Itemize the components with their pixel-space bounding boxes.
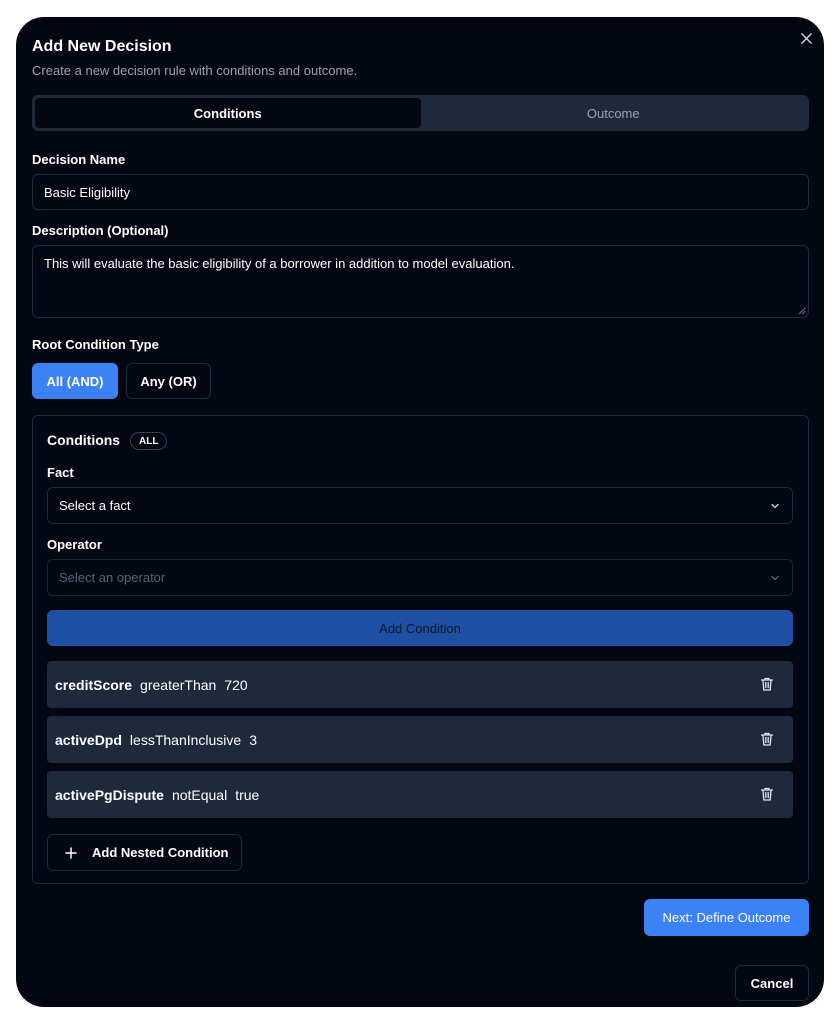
- all-and-button[interactable]: All (AND): [32, 363, 118, 399]
- resize-handle-icon[interactable]: [798, 307, 806, 315]
- trash-icon[interactable]: [759, 731, 775, 747]
- description-label: Description (Optional): [32, 223, 169, 238]
- condition-fact: creditScore: [55, 676, 133, 693]
- close-button[interactable]: [797, 29, 815, 47]
- add-decision-dialog: Add New Decision Create a new decision r…: [16, 17, 824, 1007]
- condition-value: 3: [249, 731, 257, 748]
- add-condition-button[interactable]: Add Condition: [47, 610, 793, 646]
- condition-row: activeDpd lessThanInclusive 3: [47, 716, 793, 763]
- operator-select-value: Select an operator: [59, 570, 166, 585]
- condition-value: 720: [224, 676, 248, 693]
- condition-row: creditScore greaterThan 720: [47, 661, 793, 708]
- condition-fact: activeDpd: [55, 731, 122, 748]
- close-icon: [800, 32, 812, 44]
- condition-fact: activePgDispute: [55, 786, 164, 803]
- tab-outcome[interactable]: Outcome: [421, 98, 807, 128]
- add-nested-condition-label: Add Nested Condition: [92, 845, 229, 860]
- cancel-button[interactable]: Cancel: [735, 965, 809, 1001]
- add-nested-condition-button[interactable]: Add Nested Condition: [47, 834, 242, 871]
- description-value: This will evaluate the basic eligibility…: [44, 256, 515, 271]
- dialog-subtitle: Create a new decision rule with conditio…: [32, 63, 358, 78]
- conditions-title: Conditions: [47, 432, 121, 448]
- next-define-outcome-button[interactable]: Next: Define Outcome: [644, 899, 809, 936]
- chevron-down-icon: [771, 503, 779, 508]
- fact-label: Fact: [47, 465, 74, 480]
- operator-select[interactable]: Select an operator: [47, 559, 793, 596]
- condition-operator: greaterThan: [140, 676, 217, 693]
- decision-name-value: Basic Eligibility: [44, 184, 130, 200]
- trash-icon[interactable]: [759, 676, 775, 692]
- root-condition-label: Root Condition Type: [32, 337, 159, 352]
- status-badge: ALL: [130, 432, 168, 450]
- chevron-down-icon: [771, 575, 779, 580]
- condition-value: true: [235, 786, 260, 803]
- condition-operator: lessThanInclusive: [129, 731, 242, 748]
- decision-name-label: Decision Name: [32, 152, 126, 167]
- plus-icon: [65, 846, 77, 859]
- dialog-title: Add New Decision: [32, 38, 172, 55]
- condition-operator: notEqual: [171, 786, 228, 803]
- trash-icon[interactable]: [759, 786, 775, 802]
- any-or-button[interactable]: Any (OR): [126, 363, 211, 399]
- operator-label: Operator: [47, 537, 102, 552]
- tab-conditions[interactable]: Conditions: [35, 98, 421, 128]
- fact-select-value: Select a fact: [59, 498, 131, 513]
- fact-select[interactable]: Select a fact: [47, 487, 793, 524]
- tab-list: Conditions Outcome: [32, 95, 809, 131]
- conditions-panel: Conditions ALL Fact Select a fact Operat…: [32, 415, 809, 884]
- condition-row: activePgDispute notEqual true: [47, 771, 793, 818]
- description-textarea[interactable]: This will evaluate the basic eligibility…: [32, 245, 809, 318]
- decision-name-input[interactable]: Basic Eligibility: [32, 174, 809, 210]
